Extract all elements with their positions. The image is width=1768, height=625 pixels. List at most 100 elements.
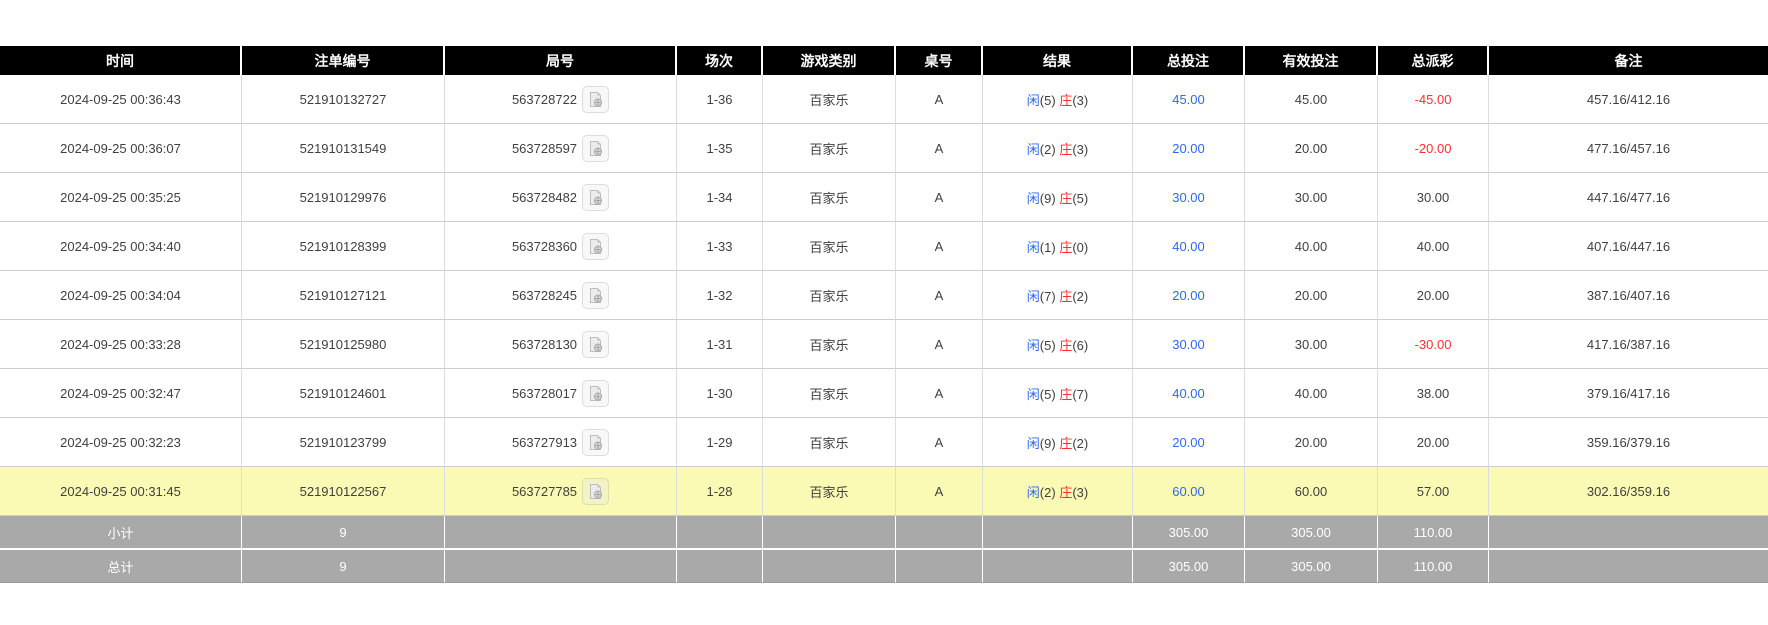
cell-valid-bet: 20.00 [1245,124,1378,173]
cell-round-no: 563728360 [445,222,677,271]
cell-result: 闲(5) 庄(6) [983,320,1133,369]
footer-empty-remark [1489,548,1768,583]
cell-game-type: 百家乐 [763,467,896,516]
cell-time: 2024-09-25 00:33:28 [0,320,242,369]
video-replay-icon [587,287,604,304]
cell-table-no: A [896,222,983,271]
video-replay-button[interactable] [582,135,609,162]
cell-bet-no: 521910127121 [242,271,445,320]
round-no-group: 563728130 [512,331,609,358]
cell-bet-no: 521910122567 [242,467,445,516]
round-number: 563728245 [512,288,577,303]
cell-table-no: A [896,75,983,124]
cell-bet-no: 521910125980 [242,320,445,369]
cell-table-no: A [896,173,983,222]
cell-payout: 20.00 [1378,271,1489,320]
footer-total-bet: 305.00 [1133,516,1245,548]
cell-game-type: 百家乐 [763,75,896,124]
grand-total-row: 总计9305.00305.00110.00 [0,548,1768,583]
col-header-bet-no: 注单编号 [242,46,445,75]
cell-payout: 40.00 [1378,222,1489,271]
bet-record-row[interactable]: 2024-09-25 00:36:43521910132727563728722… [0,75,1768,124]
col-header-game-type: 游戏类别 [763,46,896,75]
cell-game-type: 百家乐 [763,124,896,173]
cell-result: 闲(7) 庄(2) [983,271,1133,320]
cell-bet-no: 521910124601 [242,369,445,418]
result-banker-label: 庄 [1059,436,1072,451]
bet-record-row[interactable]: 2024-09-25 00:34:40521910128399563728360… [0,222,1768,271]
video-replay-button[interactable] [582,380,609,407]
col-header-table-no: 桌号 [896,46,983,75]
footer-empty-table [896,516,983,548]
col-header-remark: 备注 [1489,46,1768,75]
cell-remark: 387.16/407.16 [1489,271,1768,320]
cell-table-no: A [896,124,983,173]
table-footer: 小计9305.00305.00110.00总计9305.00305.00110.… [0,516,1768,583]
result-player-score: (5) [1040,338,1056,353]
round-number: 563728597 [512,141,577,156]
cell-total-bet: 20.00 [1133,271,1245,320]
cell-session: 1-35 [677,124,763,173]
result-banker-score: (6) [1072,338,1088,353]
cell-payout: 20.00 [1378,418,1489,467]
cell-bet-no: 521910123799 [242,418,445,467]
video-replay-icon [587,483,604,500]
cell-payout: 30.00 [1378,173,1489,222]
subtotal-row: 小计9305.00305.00110.00 [0,516,1768,548]
cell-round-no: 563728482 [445,173,677,222]
round-no-group: 563728017 [512,380,609,407]
video-replay-button[interactable] [582,429,609,456]
video-replay-button[interactable] [582,86,609,113]
round-number: 563727913 [512,435,577,450]
cell-total-bet: 45.00 [1133,75,1245,124]
cell-time: 2024-09-25 00:35:25 [0,173,242,222]
bet-record-row-selected[interactable]: 2024-09-25 00:31:45521910122567563727785… [0,467,1768,516]
col-header-round-no: 局号 [445,46,677,75]
cell-table-no: A [896,467,983,516]
bet-record-row[interactable]: 2024-09-25 00:35:25521910129976563728482… [0,173,1768,222]
cell-bet-no: 521910132727 [242,75,445,124]
round-number: 563727785 [512,484,577,499]
cell-time: 2024-09-25 00:32:23 [0,418,242,467]
result-player-label: 闲 [1027,142,1040,157]
result-banker-score: (7) [1072,387,1088,402]
footer-valid-bet: 305.00 [1245,516,1378,548]
cell-round-no: 563727785 [445,467,677,516]
footer-empty-remark [1489,516,1768,548]
footer-valid-bet: 305.00 [1245,548,1378,583]
bet-record-row[interactable]: 2024-09-25 00:32:23521910123799 563727913… [0,418,1768,467]
cell-remark: 417.16/387.16 [1489,320,1768,369]
cell-table-no: A [896,418,983,467]
result-player-score: (9) [1040,436,1056,451]
video-replay-button[interactable] [582,478,609,505]
cell-payout: 57.00 [1378,467,1489,516]
video-replay-button[interactable] [582,331,609,358]
result-banker-label: 庄 [1059,338,1072,353]
result-banker-label: 庄 [1059,387,1072,402]
result-player-label: 闲 [1027,387,1040,402]
header-row: 时间 注单编号 局号 场次 游戏类别 桌号 结果 总投注 有效投注 总派彩 备注 [0,46,1768,75]
bet-record-row[interactable]: 2024-09-25 00:33:28521910125980 563728130… [0,320,1768,369]
video-replay-icon [587,336,604,353]
video-replay-button[interactable] [582,184,609,211]
video-replay-button[interactable] [582,233,609,260]
table-header: 时间 注单编号 局号 场次 游戏类别 桌号 结果 总投注 有效投注 总派彩 备注 [0,46,1768,75]
bet-record-row[interactable]: 2024-09-25 00:36:07521910131549563728597… [0,124,1768,173]
bet-record-row[interactable]: 2024-09-25 00:32:47521910124601563728017… [0,369,1768,418]
cell-payout: -30.00 [1378,320,1489,369]
result-player-score: (2) [1040,142,1056,157]
cell-game-type: 百家乐 [763,369,896,418]
result-banker-score: (2) [1072,436,1088,451]
cell-total-bet: 60.00 [1133,467,1245,516]
cell-result: 闲(2) 庄(3) [983,124,1133,173]
cell-valid-bet: 30.00 [1245,173,1378,222]
footer-total-bet: 305.00 [1133,548,1245,583]
video-replay-icon [587,238,604,255]
video-replay-button[interactable] [582,282,609,309]
result-player-score: (1) [1040,240,1056,255]
cell-result: 闲(5) 庄(7) [983,369,1133,418]
result-player-label: 闲 [1027,240,1040,255]
bet-record-row[interactable]: 2024-09-25 00:34:04521910127121563728245… [0,271,1768,320]
result-player-score: (2) [1040,485,1056,500]
col-header-total-bet: 总投注 [1133,46,1245,75]
